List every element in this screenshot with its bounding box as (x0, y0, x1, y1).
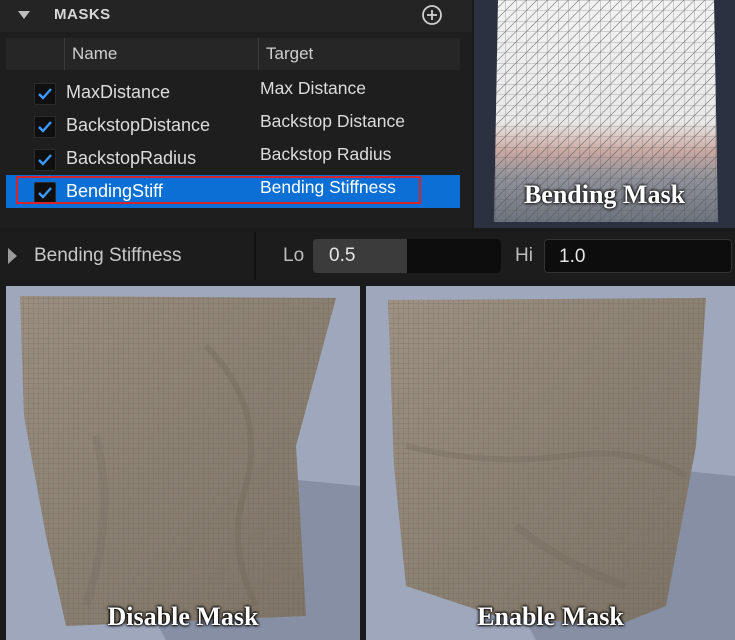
lo-label: Lo (283, 245, 305, 266)
table-row-selected[interactable]: BendingStiff Bending Stiffness (6, 175, 460, 208)
hi-value: 1.0 (559, 246, 586, 267)
mask-caption: Bending Mask (523, 180, 686, 209)
render-caption-disabled: Disable Mask (107, 602, 259, 631)
render-caption-enabled: Enable Mask (477, 602, 624, 631)
hi-label: Hi (515, 245, 533, 266)
column-header-target[interactable]: Target (266, 44, 313, 64)
mask-enabled-checkbox[interactable] (34, 182, 56, 204)
cloth-render-enabled: Enable Mask (366, 286, 735, 640)
bending-stiffness-property-row: Bending Stiffness Lo 0.5 Hi 1.0 (0, 232, 735, 280)
checkmark-icon (38, 88, 52, 100)
mask-target[interactable]: Max Distance (260, 78, 366, 99)
mask-target[interactable]: Backstop Distance (260, 111, 405, 132)
mask-target[interactable]: Bending Stiffness (260, 177, 396, 198)
mask-enabled-checkbox[interactable] (34, 83, 56, 105)
masks-section-header[interactable]: MASKS (0, 0, 472, 32)
masks-panel: MASKS Name Target MaxDistance Max Distan… (0, 0, 472, 228)
cloth-image-enabled (366, 286, 735, 640)
add-circle-icon[interactable] (421, 4, 443, 26)
checkmark-icon (38, 154, 52, 166)
masks-title: MASKS (54, 6, 111, 23)
lo-value: 0.5 (329, 245, 356, 266)
table-row[interactable]: BackstopDistance Backstop Distance (6, 109, 460, 142)
bending-mask-preview: Bending Mask (474, 0, 735, 228)
mask-name: BendingStiff (66, 181, 163, 201)
lo-value-field[interactable]: 0.5 (313, 239, 501, 273)
mask-enabled-checkbox[interactable] (34, 149, 56, 171)
mask-name: BackstopRadius (66, 148, 197, 168)
checkmark-icon (38, 121, 52, 133)
lo-slider-fill (313, 239, 407, 273)
property-label: Bending Stiffness (34, 245, 182, 266)
mask-target[interactable]: Backstop Radius (260, 144, 391, 165)
checkmark-icon (38, 187, 52, 199)
chevron-down-icon[interactable] (18, 11, 30, 19)
mask-enabled-checkbox[interactable] (34, 116, 56, 138)
expand-arrow-icon[interactable] (8, 248, 17, 264)
column-header-name[interactable]: Name (72, 44, 117, 64)
table-row[interactable]: MaxDistance Max Distance (6, 76, 460, 109)
table-row[interactable]: BackstopRadius Backstop Radius (6, 142, 460, 175)
mask-name: BackstopDistance (66, 115, 211, 135)
cloth-image-disabled (6, 286, 360, 640)
hi-value-field[interactable]: 1.0 (544, 239, 732, 273)
table-header: Name Target (6, 38, 460, 70)
mask-name: MaxDistance (66, 82, 171, 102)
column-divider[interactable] (254, 232, 256, 280)
cloth-render-disabled: Disable Mask (6, 286, 360, 640)
